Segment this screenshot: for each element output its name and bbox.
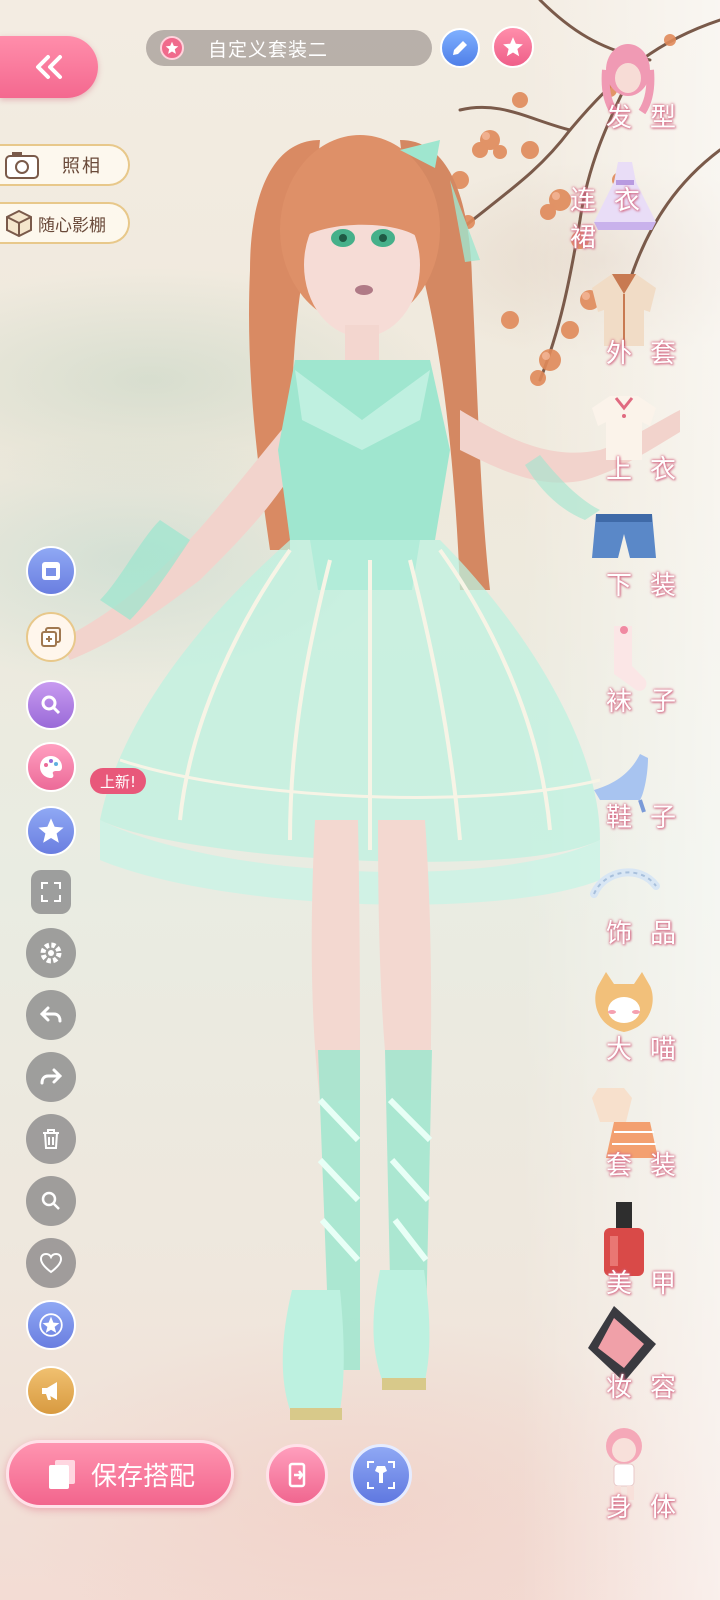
copy-card-icon [48,1460,75,1489]
heart-icon [39,1252,63,1274]
star-icon [160,36,184,60]
category-label: 外套 [605,339,694,369]
camera-icon [5,152,39,179]
magnifier-list-icon [41,695,61,715]
outfit-name-bar[interactable]: 自定义套装二 [146,30,432,66]
trash-icon [43,1129,59,1149]
category-label: 身体 [605,1493,694,1523]
category-label: 连衣裙 [570,186,659,253]
layers-add-icon [41,627,61,647]
sparkle-star-icon [38,818,64,843]
redo-icon [40,1068,63,1085]
category-label: 发型 [605,103,694,133]
rotate-card-icon [288,1462,306,1488]
category-cat[interactable]: 大喵 [570,962,720,1072]
category-nail[interactable]: 美甲 [570,1196,720,1306]
expand-icon [41,882,61,902]
category-label: 鞋子 [605,803,694,833]
settings-button[interactable] [26,928,76,978]
layer-tool-button[interactable] [26,612,76,662]
announcement-button[interactable] [26,1366,76,1416]
category-label: 妆容 [605,1373,694,1403]
zoom-button[interactable] [26,1176,76,1226]
outfit-scan-button[interactable] [350,1444,412,1506]
wardrobe-icon [42,562,60,580]
box-icon [6,209,32,238]
category-label: 上衣 [605,455,694,485]
redo-button[interactable] [26,1052,76,1102]
undo-button[interactable] [26,990,76,1040]
undo-icon [39,1006,62,1023]
save-label: 保存搭配 [90,1461,195,1492]
photo-label: 照相 [62,156,102,177]
category-top[interactable]: 上衣 [570,382,720,492]
category-socks[interactable]: 袜子 [570,614,720,724]
category-label: 袜子 [605,687,694,717]
fullscreen-button[interactable] [31,870,71,914]
star-icon [39,1313,63,1337]
outfit-name: 自定义套装二 [208,38,329,61]
back-button[interactable] [0,36,98,98]
category-label: 饰品 [605,919,694,949]
category-dress[interactable]: 连衣裙 [570,150,720,260]
search-outfit-button[interactable] [26,680,76,730]
gear-icon [40,942,62,964]
category-body[interactable]: 身体 [570,1420,720,1530]
category-label: 下装 [605,571,694,601]
save-outfit-button[interactable]: 保存搭配 [6,1440,234,1508]
delete-button[interactable] [26,1114,76,1164]
new-badge: 上新! [90,768,147,794]
favorite-button[interactable] [492,26,534,68]
palette-button[interactable] [26,742,76,792]
star-collection-button[interactable] [26,1300,76,1350]
category-label: 大喵 [605,1035,694,1065]
category-label: 美甲 [605,1269,694,1299]
like-button[interactable] [26,1238,76,1288]
category-label: 套装 [605,1151,694,1181]
category-makeup[interactable]: 妆容 [570,1300,720,1410]
photo-button[interactable]: 照相 [0,144,130,186]
category-shoes[interactable]: 鞋子 [570,730,720,840]
palette-icon [40,756,62,778]
wardrobe-tool-button[interactable] [26,546,76,596]
share-outfit-button[interactable] [266,1444,328,1506]
studio-button[interactable]: 随心影棚 [0,202,130,244]
star-icon [503,37,523,57]
dress-scan-icon [367,1461,395,1489]
megaphone-icon [42,1382,57,1400]
studio-label: 随心影棚 [38,215,106,236]
rename-button[interactable] [440,28,480,68]
category-accessory[interactable]: 饰品 [570,846,720,956]
star-effect-button[interactable] [26,806,76,856]
category-bottoms[interactable]: 下装 [570,498,720,608]
category-coat[interactable]: 外套 [570,266,720,376]
category-hair[interactable]: 发型 [570,30,720,140]
pencil-icon [453,41,467,55]
search-icon [41,1191,60,1210]
double-chevron-left-icon [36,55,62,79]
category-outfit-set[interactable]: 套装 [570,1078,720,1188]
